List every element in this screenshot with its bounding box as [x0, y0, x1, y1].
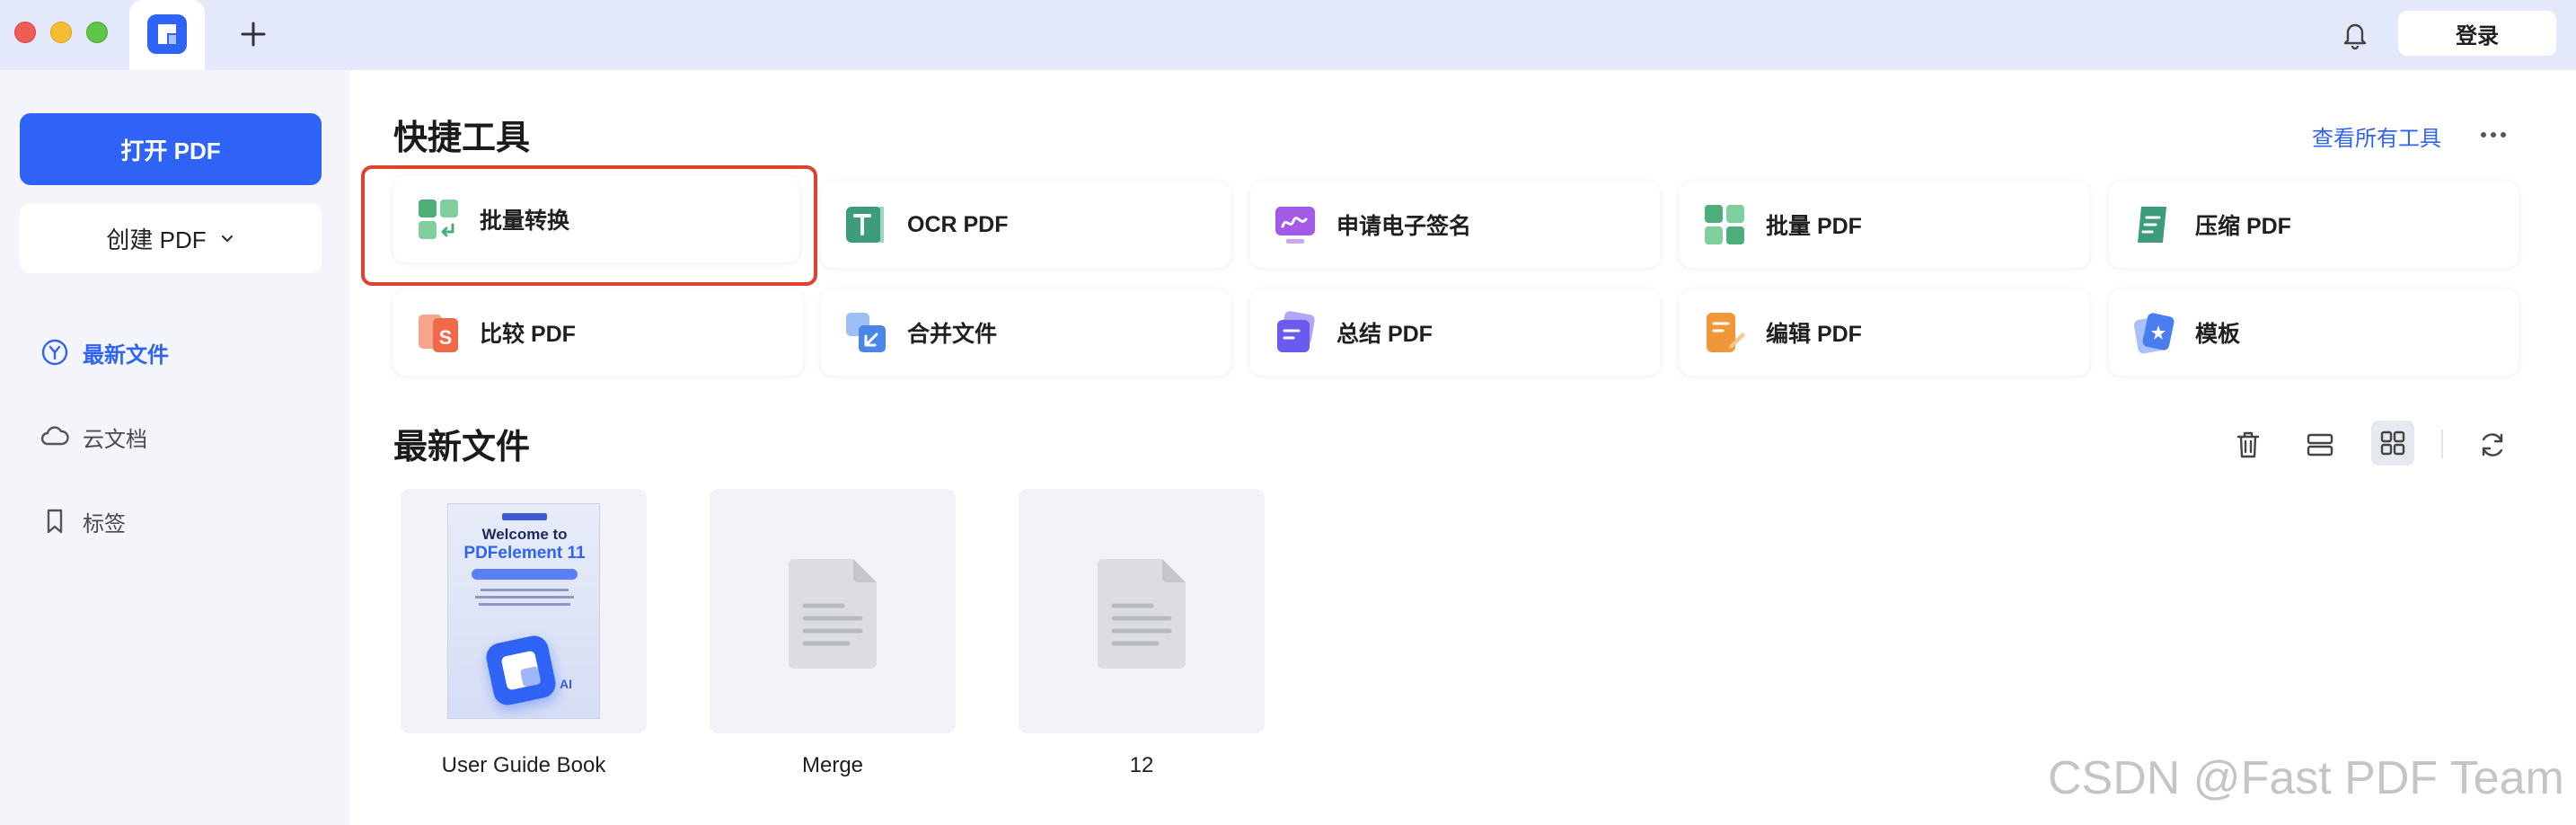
notification-bell-icon[interactable]	[2337, 16, 2373, 52]
create-pdf-label: 创建 PDF	[106, 226, 207, 253]
tool-merge-files[interactable]: 合并文件	[821, 289, 1231, 376]
sidebar-item-label: 最新文件	[83, 342, 169, 368]
file-card-merge[interactable]	[710, 489, 956, 733]
list-view-icon[interactable]	[2303, 428, 2337, 462]
template-icon	[2133, 313, 2175, 354]
file-name[interactable]: User Guide Book	[389, 753, 658, 778]
tool-summarize-pdf[interactable]: 总结 PDF	[1250, 289, 1660, 376]
thumbnail-title: Welcome to	[481, 526, 568, 543]
grid-view-icon	[2380, 430, 2405, 456]
login-button[interactable]: 登录	[2398, 11, 2556, 56]
create-pdf-button[interactable]: 创建 PDF	[20, 203, 322, 273]
view-all-tools-link[interactable]: 查看所有工具	[2312, 120, 2441, 152]
thumbnail-subtitle: PDFelement 11	[463, 544, 586, 563]
tool-esign[interactable]: 申请电子签名	[1250, 182, 1660, 268]
tool-templates[interactable]: 模板	[2109, 289, 2519, 376]
tool-label: 申请电子签名	[1337, 214, 1472, 239]
title-bar: 登录	[0, 0, 2576, 70]
tool-edit-pdf[interactable]: 编辑 PDF	[1680, 289, 2089, 376]
tool-label: OCR PDF	[907, 211, 1009, 237]
sidebar-item-cloud[interactable]: 云文档	[40, 415, 327, 458]
chevron-down-icon	[221, 235, 233, 243]
zoom-window-button[interactable]	[86, 22, 108, 43]
open-pdf-button[interactable]: 打开 PDF	[20, 113, 322, 185]
compare-icon: S	[419, 315, 458, 352]
sidebar-item-label: 云文档	[83, 427, 147, 452]
quick-tools-title: 快捷工具	[393, 120, 531, 157]
tool-label: 模板	[2195, 322, 2241, 347]
more-options-icon[interactable]	[2477, 122, 2510, 147]
recent-icon	[41, 339, 68, 366]
thumbnail-badge: AI	[560, 677, 572, 691]
merge-icon	[846, 313, 886, 352]
refresh-icon[interactable]	[2475, 428, 2510, 462]
sidebar-item-label: 标签	[83, 511, 126, 537]
tool-batch-pdf[interactable]: 批量 PDF	[1680, 182, 2089, 268]
cloud-icon	[40, 426, 69, 446]
file-name[interactable]: Merge	[698, 753, 967, 778]
file-thumbnail: Welcome to PDFelement 11 AI	[447, 503, 600, 719]
bookmark-icon	[47, 509, 63, 534]
esign-icon	[1275, 207, 1315, 244]
trash-icon[interactable]	[2231, 428, 2265, 462]
toolbar-divider	[2441, 430, 2443, 458]
tool-label: 总结 PDF	[1337, 322, 1433, 347]
close-window-button[interactable]	[14, 22, 36, 43]
tool-label: 比较 PDF	[480, 322, 576, 347]
recent-files-title: 最新文件	[393, 429, 531, 466]
new-tab-icon[interactable]	[235, 16, 271, 52]
tool-ocr-pdf[interactable]: OCR PDF	[821, 182, 1231, 268]
summarize-icon	[1277, 311, 1315, 352]
tool-label: 压缩 PDF	[2195, 214, 2291, 239]
grid-view-button[interactable]	[2371, 421, 2414, 466]
ocr-icon	[846, 207, 884, 243]
selection-highlight	[361, 165, 817, 286]
file-card-user-guide[interactable]: Welcome to PDFelement 11 AI	[401, 489, 647, 733]
tool-label: 批量 PDF	[1766, 214, 1862, 239]
tool-compare-pdf[interactable]: S 比较 PDF	[393, 289, 803, 376]
minimize-window-button[interactable]	[50, 22, 72, 43]
batch-pdf-icon	[1705, 205, 1744, 244]
tool-compress-pdf[interactable]: 压缩 PDF	[2109, 182, 2519, 268]
document-placeholder-icon	[789, 559, 877, 669]
tool-label: 合并文件	[907, 322, 998, 347]
sidebar-item-tags[interactable]: 标签	[40, 500, 327, 543]
tool-label: 编辑 PDF	[1766, 322, 1862, 347]
document-placeholder-icon	[1098, 559, 1186, 669]
app-logo-icon	[147, 14, 187, 54]
file-name[interactable]: 12	[1007, 753, 1276, 778]
watermark-text: CSDN @Fast PDF Team	[2048, 752, 2564, 804]
home-tab[interactable]	[129, 0, 205, 70]
svg-text:S: S	[439, 326, 453, 349]
sidebar: 打开 PDF 创建 PDF 最新文件 云文档 标签	[0, 70, 350, 825]
edit-icon	[1707, 313, 1745, 352]
compress-icon	[2138, 207, 2166, 243]
sidebar-item-recent[interactable]: 最新文件	[40, 331, 327, 374]
pdfelement-logo-icon	[483, 633, 559, 708]
file-card-12[interactable]	[1019, 489, 1265, 733]
